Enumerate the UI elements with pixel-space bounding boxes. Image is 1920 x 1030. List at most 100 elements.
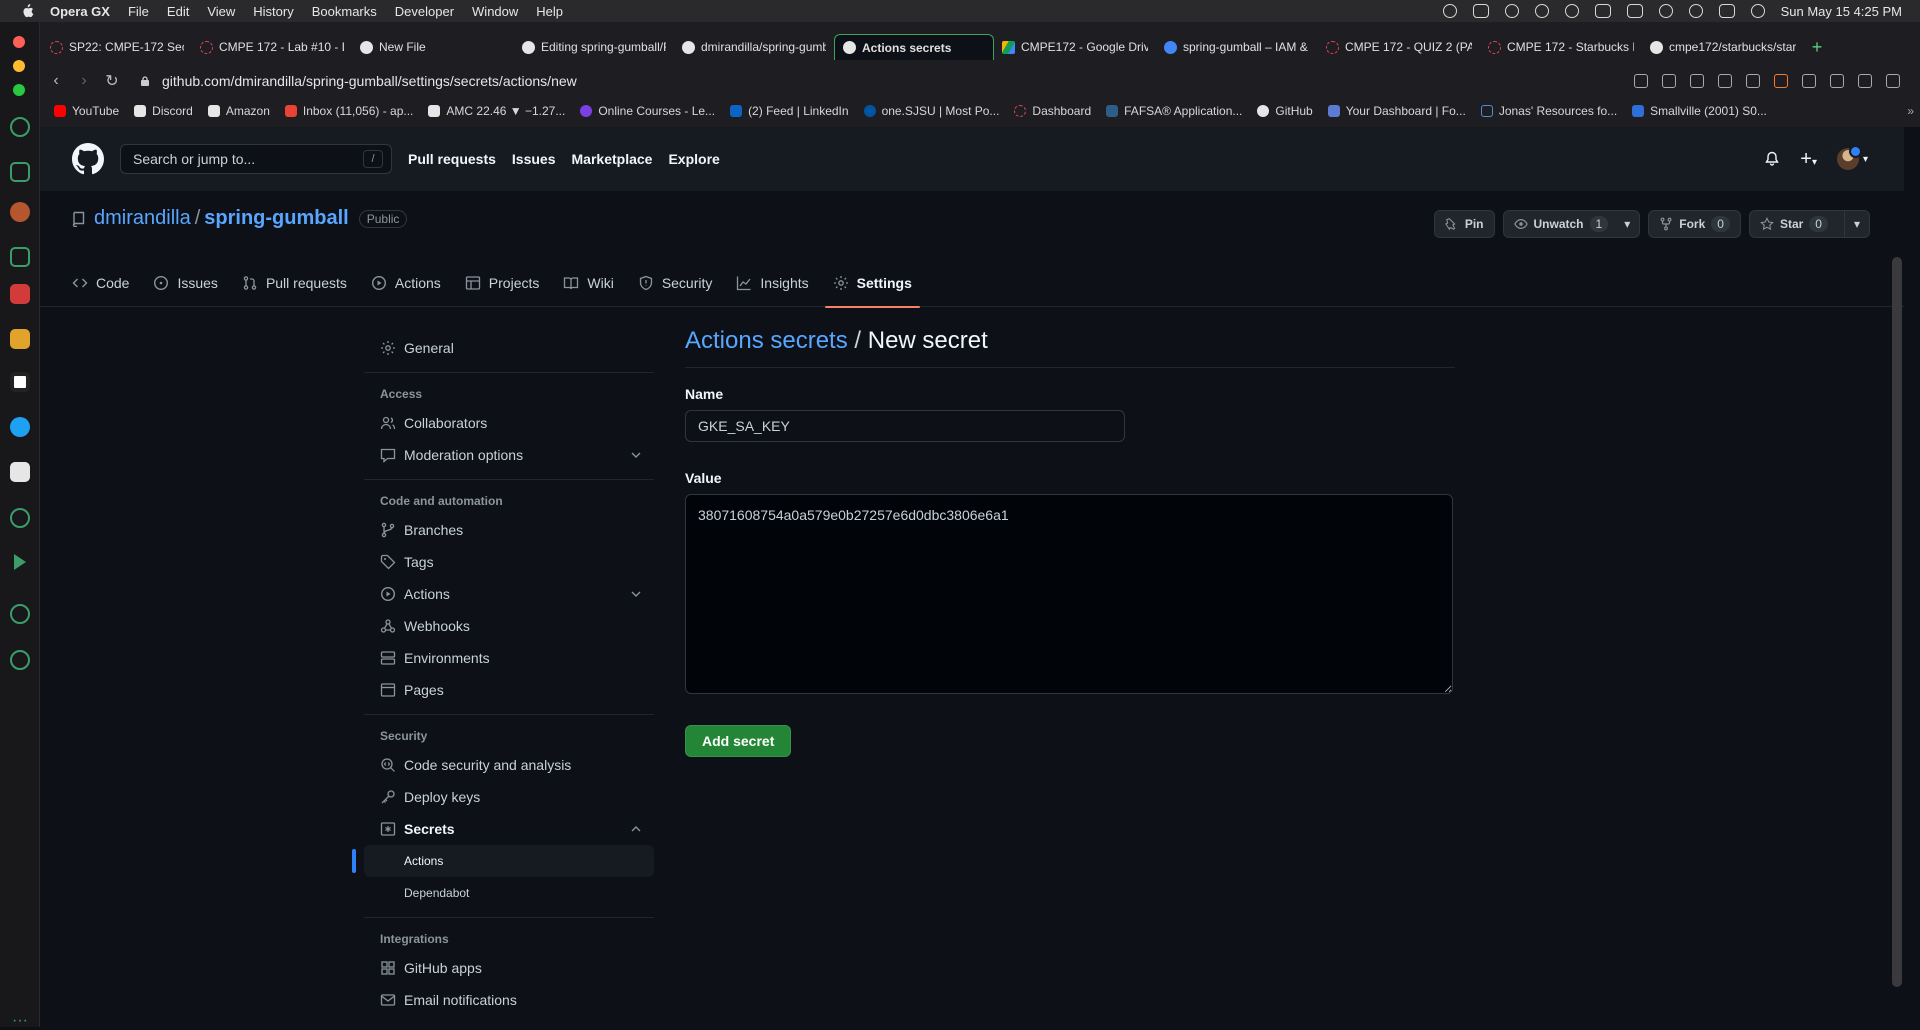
tab-wiki[interactable]: Wiki [555,259,621,307]
tab-item[interactable]: dmirandilla/spring-gumb [674,34,834,60]
siri-icon[interactable] [1750,4,1765,18]
easy-setup-icon[interactable] [1886,74,1900,88]
back-arrow-icon[interactable]: ‹ [42,72,70,90]
sidebar-item-webhooks[interactable]: Webhooks [364,610,654,642]
wallet-icon[interactable] [10,329,30,349]
repo-name-link[interactable]: spring-gumball [204,207,348,230]
breadcrumb-actions-secrets[interactable]: Actions secrets [685,327,848,354]
twitter-icon[interactable] [10,417,30,437]
user-menu[interactable]: ▾ [1836,145,1868,170]
tab-projects[interactable]: Projects [457,259,548,307]
tab-item[interactable]: Editing spring-gumball/R [514,34,674,60]
pin-button[interactable]: Pin [1433,210,1495,238]
sidebar-item-pages[interactable]: Pages [364,674,654,706]
sidebar-subitem-secrets-actions[interactable]: Actions [352,845,654,877]
bookmark-item[interactable]: GitHub [1257,104,1313,118]
flow-send-icon[interactable] [1718,74,1732,88]
repo-owner-link[interactable]: dmirandilla [94,207,191,230]
bookmark-item[interactable]: Amazon [207,104,270,118]
tab-actions[interactable]: Actions [363,259,449,307]
chevron-down-icon[interactable] [630,449,642,461]
caret-down-icon[interactable]: ▾ [1624,211,1639,237]
sidebar-item-actions[interactable]: Actions [364,578,654,610]
apple-icon[interactable] [20,4,34,18]
unwatch-button[interactable]: Unwatch 1 ▾ [1502,210,1641,238]
bell-icon[interactable] [1764,151,1780,167]
history-clock-icon[interactable] [10,650,30,670]
menu-developer[interactable]: Developer [395,4,454,19]
star-list-dropdown[interactable]: ▾ [1843,211,1869,237]
bookmark-item[interactable]: one.SJSU | Most Po... [863,104,999,118]
speed-dial-icon[interactable] [10,117,30,137]
bookmark-item[interactable]: Discord [134,104,193,118]
menu-help[interactable]: Help [536,4,563,19]
nav-pull-requests[interactable]: Pull requests [408,151,496,167]
nav-marketplace[interactable]: Marketplace [572,151,653,167]
sidebar-item-email-notifications[interactable]: Email notifications [364,984,654,1016]
gx-corner-icon[interactable] [10,202,30,222]
fork-button[interactable]: Fork 0 [1648,210,1741,238]
sidebar-item-deploy-keys[interactable]: Deploy keys [364,781,654,813]
adblock-icon[interactable] [1690,74,1704,88]
docker-icon[interactable] [1472,4,1489,18]
sidebar-item-general[interactable]: General [364,332,654,364]
bluetooth-icon[interactable] [1594,4,1611,18]
tab-item[interactable]: CMPE 172 - QUIZ 2 (PAR [1318,34,1480,60]
flag-icon[interactable] [10,372,30,392]
tab-item[interactable]: New File [352,34,514,60]
bookmark-item[interactable]: FAFSA® Application... [1106,104,1242,118]
menu-app-name[interactable]: Opera GX [50,4,110,19]
spotlight-icon[interactable] [1688,4,1703,18]
gx-crown-icon[interactable] [10,247,30,267]
search-input[interactable]: Search or jump to... / [120,144,392,174]
tab-security[interactable]: Security [630,259,721,307]
menu-bookmarks[interactable]: Bookmarks [312,4,377,19]
bookmarks-overflow-icon[interactable]: » [1907,104,1914,118]
zoom-window-button[interactable] [13,84,25,96]
sidebar-item-tags[interactable]: Tags [364,546,654,578]
nav-issues[interactable]: Issues [512,151,556,167]
nav-explore[interactable]: Explore [668,151,719,167]
bookmark-item[interactable]: YouTube [54,104,119,118]
bookmark-item[interactable]: Smallville (2001) S0... [1632,104,1767,118]
reload-icon[interactable]: ↻ [98,71,126,91]
sidebar-item-collaborators[interactable]: Collaborators [364,407,654,439]
tab-settings[interactable]: Settings [824,259,921,308]
tab-item[interactable]: cmpe172/starbucks/start [1642,34,1804,60]
tab-issues[interactable]: Issues [145,259,225,307]
add-secret-button[interactable]: Add secret [685,725,792,757]
chevron-down-icon[interactable] [630,588,642,600]
menu-window[interactable]: Window [472,4,518,19]
bookmark-item[interactable]: (2) Feed | LinkedIn [730,104,849,118]
minimize-window-button[interactable] [13,60,25,72]
send-icon[interactable] [14,554,26,570]
creative-cloud-icon[interactable] [1442,4,1457,18]
gx-update-icon[interactable] [1774,74,1788,88]
menu-history[interactable]: History [253,4,293,19]
sidebar-item-moderation[interactable]: Moderation options [364,439,654,471]
wifi-icon[interactable] [1658,4,1673,18]
menu-view[interactable]: View [207,4,235,19]
extensions-cube-icon[interactable] [1802,74,1816,88]
discord-icon[interactable] [10,462,30,482]
bookmark-heart-icon[interactable] [1746,74,1760,88]
control-center-icon[interactable] [1718,4,1735,18]
bookmark-item[interactable]: Online Courses - Le... [580,104,715,118]
bookmark-item[interactable]: Dashboard [1014,104,1091,118]
sidebar-item-secrets[interactable]: Secrets [364,813,654,845]
secret-value-field[interactable]: 38071608754a0a579e0b27257e6d0dbc3806e6a1 [685,494,1453,694]
tab-pull-requests[interactable]: Pull requests [234,259,355,307]
battery-saver-icon[interactable] [1858,74,1872,88]
tab-item[interactable]: CMPE172 - Google Drive [994,34,1156,60]
player-icon[interactable] [10,284,30,304]
scrollbar[interactable] [1892,257,1902,987]
sidebar-subitem-secrets-dependabot[interactable]: Dependabot [364,877,654,909]
tab-insights[interactable]: Insights [728,259,816,307]
sidebar-item-branches[interactable]: Branches [364,514,654,546]
tab-item[interactable]: CMPE 172 - Lab #10 - D [192,34,352,60]
bookmark-item[interactable]: Jonas' Resources fo... [1480,104,1617,118]
menu-file[interactable]: File [128,4,149,19]
more-dots-icon[interactable]: ··· [12,1012,28,1030]
tab-item[interactable]: spring-gumball – IAM & A [1156,34,1318,60]
close-window-button[interactable] [13,36,25,48]
